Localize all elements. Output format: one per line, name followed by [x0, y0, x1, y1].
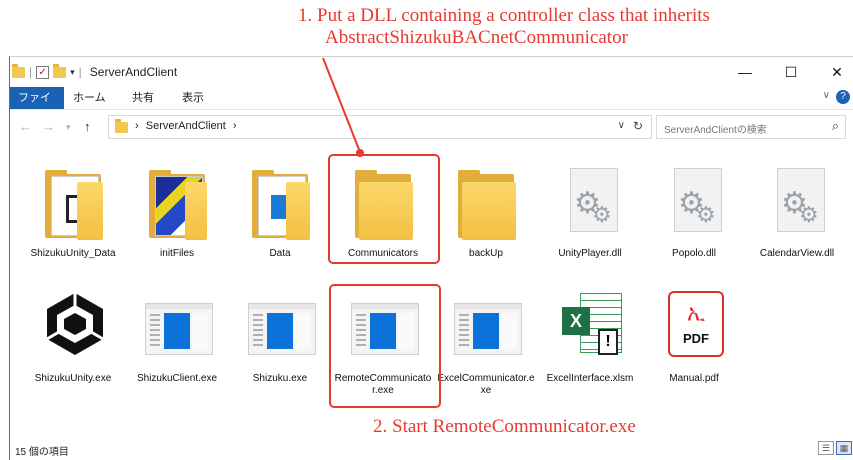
- window-title: ServerAndClient: [89, 65, 178, 79]
- path-separator: ›: [135, 120, 139, 132]
- recent-locations-icon[interactable]: ▾: [66, 122, 71, 133]
- details-view-icon[interactable]: ☰: [818, 441, 834, 455]
- excel-file-icon: X !: [558, 291, 622, 367]
- folder-icon: [145, 166, 209, 242]
- annotation-step1-line2: AbstractShizukuBACnetCommunicator: [325, 27, 628, 48]
- highlight-remotecommunicator: [329, 284, 441, 408]
- folder-icon: [41, 166, 105, 242]
- file-name: ExcelCommunicator.exe: [437, 373, 535, 396]
- highlight-communicators: [328, 154, 440, 264]
- tab-file[interactable]: ファイル: [10, 87, 64, 126]
- search-input[interactable]: ServerAndClientの検索 ⌕: [656, 115, 846, 139]
- refresh-icon[interactable]: ↻: [633, 119, 643, 133]
- annotation-step1-line1: 1. Put a DLL containing a controller cla…: [298, 5, 710, 26]
- minimize-button[interactable]: —: [722, 57, 768, 87]
- annotation-step2: 2. Start RemoteCommunicator.exe: [373, 416, 636, 437]
- tab-view[interactable]: 表示: [174, 87, 212, 109]
- file-name: ShizukuClient.exe: [136, 373, 218, 384]
- exe-window-icon: [454, 291, 522, 367]
- exe-window-icon: [145, 291, 213, 367]
- address-bar[interactable]: › ServerAndClient › ∨ ↻: [108, 115, 652, 139]
- file-name: Shizuku.exe: [252, 373, 308, 384]
- tab-home[interactable]: ホーム: [65, 87, 114, 109]
- file-name: ExcelInterface.xlsm: [546, 373, 634, 384]
- file-name: backUp: [469, 248, 503, 259]
- exe-window-icon: [248, 291, 316, 367]
- folder-icon: [248, 166, 312, 242]
- dll-file-icon: ⚙ ⚙: [765, 166, 829, 242]
- path-separator[interactable]: ›: [233, 120, 237, 132]
- item-count: 15 個の項目: [15, 447, 69, 458]
- file-name: Popolo.dll: [672, 248, 716, 259]
- tab-share[interactable]: 共有: [124, 87, 162, 109]
- chevron-down-icon[interactable]: ∨: [618, 120, 625, 131]
- new-folder-icon[interactable]: [53, 63, 67, 78]
- folder-icon: [454, 166, 518, 242]
- file-name: ShizukuUnity_Data: [30, 248, 116, 259]
- close-button[interactable]: ✕: [814, 57, 853, 87]
- file-name: initFiles: [160, 248, 194, 259]
- status-bar: 15 個の項目 ☰ ▦: [10, 437, 853, 459]
- properties-icon[interactable]: ✓: [36, 65, 50, 79]
- breadcrumb-serverandclient[interactable]: ServerAndClient: [146, 120, 226, 132]
- expand-ribbon-icon[interactable]: ∨: [823, 90, 830, 101]
- ribbon-tabs: ファイル ホーム 共有 表示 ∨ ?: [10, 87, 853, 126]
- search-placeholder: ServerAndClientの検索: [664, 125, 767, 136]
- up-arrow-icon[interactable]: ↑: [84, 119, 91, 134]
- unity-logo-icon: [41, 291, 105, 367]
- search-icon: ⌕: [831, 118, 839, 133]
- title-bar: | ✓ ▾ | ServerAndClient — ☐ ✕: [10, 57, 853, 87]
- dll-file-icon: ⚙ ⚙: [662, 166, 726, 242]
- help-icon[interactable]: ?: [836, 90, 850, 104]
- back-arrow-icon[interactable]: ←: [19, 119, 32, 134]
- file-name: UnityPlayer.dll: [558, 248, 622, 259]
- customize-qat-icon[interactable]: ▾: [70, 67, 75, 78]
- folder-icon: [12, 63, 25, 78]
- pdf-frame: [665, 280, 737, 368]
- file-name: Data: [269, 248, 291, 259]
- dll-file-icon: ⚙ ⚙: [558, 166, 622, 242]
- forward-arrow-icon[interactable]: →: [42, 119, 55, 134]
- file-name: Manual.pdf: [669, 373, 719, 384]
- maximize-button[interactable]: ☐: [768, 57, 814, 87]
- file-name: ShizukuUnity.exe: [34, 373, 112, 384]
- quick-access-toolbar: | ✓ ▾ | ServerAndClient: [12, 63, 177, 81]
- large-icons-view-icon[interactable]: ▦: [836, 441, 852, 455]
- folder-icon: [115, 119, 128, 133]
- file-name: CalendarView.dll: [759, 248, 835, 259]
- navigation-bar: ← → ▾ ↑ › ServerAndClient › ∨ ↻ ServerAn…: [10, 109, 853, 144]
